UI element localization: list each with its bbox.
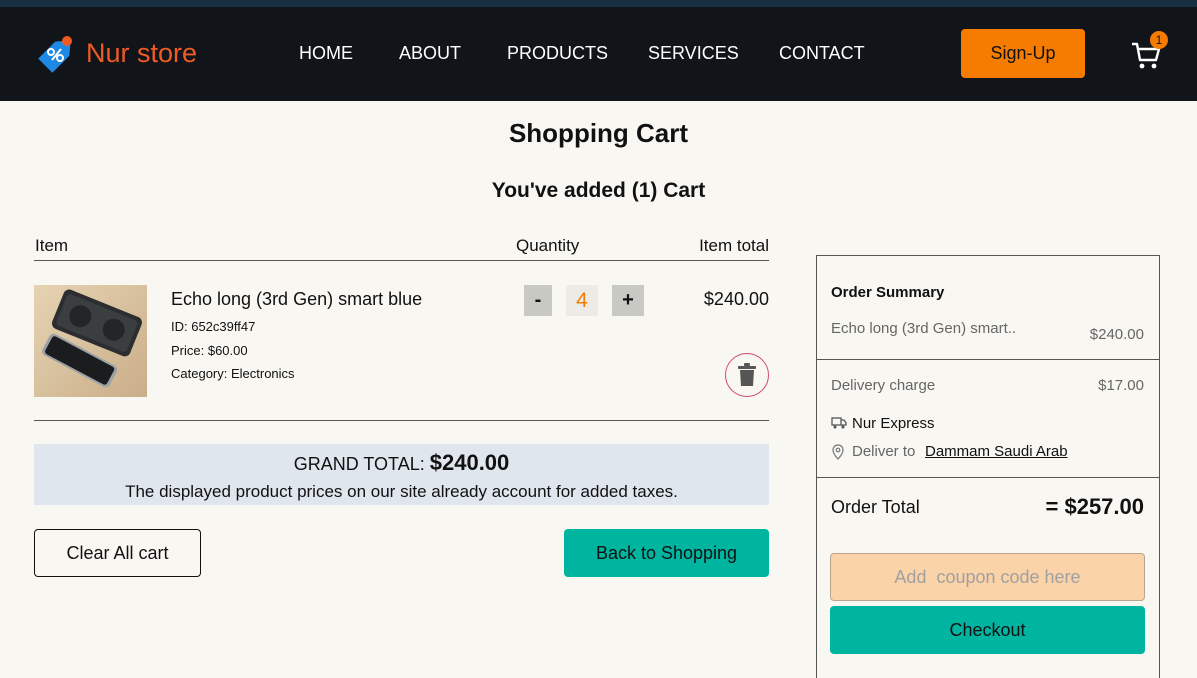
cart-count-badge: 1: [1150, 31, 1168, 49]
product-price: Price: $60.00: [171, 343, 248, 358]
top-strip: [0, 0, 1197, 7]
product-id: ID: 652c39ff47: [171, 319, 256, 334]
nav-about[interactable]: ABOUT: [399, 43, 461, 64]
remove-item-button[interactable]: [725, 353, 769, 397]
tax-note: The displayed product prices on our site…: [125, 482, 678, 501]
quantity-value: 4: [566, 285, 598, 316]
brand-logo[interactable]: Nur store: [34, 29, 197, 77]
column-header-item: Item: [35, 236, 69, 255]
nav-contact[interactable]: CONTACT: [779, 43, 865, 64]
column-header-quantity: Quantity: [516, 236, 580, 255]
delivery-address-link[interactable]: Dammam Saudi Arab: [925, 443, 1068, 460]
grand-total-line: GRAND TOTAL: $240.00: [34, 450, 769, 476]
table-row-divider: [34, 420, 769, 421]
product-name[interactable]: Echo long (3rd Gen) smart blue: [171, 289, 422, 310]
trash-icon: [738, 363, 756, 386]
nav-products[interactable]: PRODUCTS: [507, 43, 608, 64]
checkout-button[interactable]: Checkout: [830, 606, 1145, 654]
order-summary-panel: Order Summary Echo long (3rd Gen) smart.…: [816, 255, 1160, 678]
truck-icon: [831, 417, 847, 429]
product-image: [34, 285, 147, 397]
item-total-value: $240.00: [703, 289, 769, 309]
increment-quantity-button[interactable]: +: [612, 285, 644, 316]
brand-name: Nur store: [86, 37, 198, 68]
product-category: Category: Electronics: [171, 366, 295, 381]
summary-divider: [817, 477, 1159, 478]
table-header-divider: [34, 260, 769, 261]
nav-services[interactable]: SERVICES: [648, 43, 739, 64]
grand-total-value: $240.00: [429, 450, 510, 475]
page-title: Shopping Cart: [508, 118, 689, 148]
column-header-item-total: Item total: [699, 236, 769, 255]
summary-item-name: Echo long (3rd Gen) smart..: [831, 320, 1017, 337]
courier-name: Nur Express: [852, 415, 935, 432]
navbar: Nur store HOME ABOUT PRODUCTS SERVICES C…: [0, 7, 1197, 101]
location-pin-icon: [832, 444, 844, 460]
deliver-to-label: Deliver to: [852, 443, 916, 460]
cart-added-heading: You've added (1) Cart: [491, 179, 706, 202]
summary-divider: [817, 359, 1159, 360]
decrement-quantity-button[interactable]: -: [524, 285, 552, 316]
summary-item-price: $240.00: [1089, 326, 1144, 343]
price-tag-icon: [38, 36, 72, 73]
order-summary-title: Order Summary: [831, 284, 945, 301]
grand-total-label: GRAND TOTAL:: [293, 454, 425, 474]
signup-button[interactable]: Sign-Up: [961, 29, 1085, 78]
order-total-label: Order Total: [831, 497, 920, 517]
back-to-shopping-button[interactable]: Back to Shopping: [564, 529, 769, 577]
order-total-value: = $257.00: [1045, 494, 1144, 519]
delivery-charge-label: Delivery charge: [831, 377, 936, 394]
grand-total-box: GRAND TOTAL: $240.00 The displayed produ…: [34, 444, 769, 505]
clear-cart-button[interactable]: Clear All cart: [34, 529, 201, 577]
coupon-code-input[interactable]: [830, 553, 1145, 601]
delivery-charge-value: $17.00: [1098, 377, 1144, 394]
nav-home[interactable]: HOME: [299, 43, 353, 64]
